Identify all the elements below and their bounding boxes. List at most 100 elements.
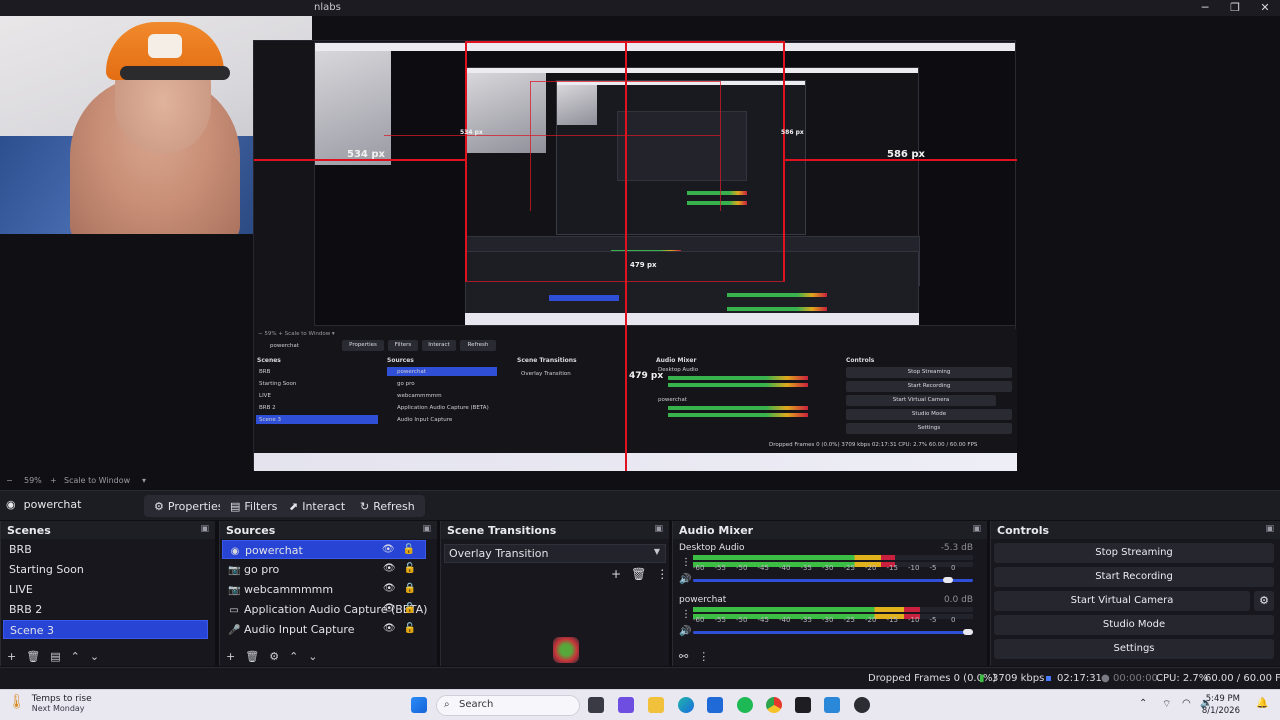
- windows-start-icon[interactable]: [411, 697, 427, 713]
- lock-icon[interactable]: 🔒: [404, 583, 416, 594]
- preview-area[interactable]: − 59% + Scale to Window ▾ powerchat Prop…: [0, 16, 1280, 488]
- db-tick: -40: [779, 616, 791, 624]
- store-icon[interactable]: [707, 697, 723, 713]
- edge-icon[interactable]: [678, 697, 694, 713]
- cpu-usage: CPU: 2.7%: [1156, 673, 1209, 684]
- start-virtual-camera-button[interactable]: Start Virtual Camera: [994, 591, 1250, 611]
- undock-icon[interactable]: ▣: [654, 524, 663, 534]
- eye-icon[interactable]: 👁: [382, 544, 395, 555]
- speaker-icon[interactable]: 🔊: [679, 574, 691, 585]
- weather-widget[interactable]: 🌡 Temps to rise Next Monday: [8, 694, 92, 713]
- filters-button[interactable]: ▤ Filters: [220, 495, 288, 517]
- task-view-icon[interactable]: [588, 697, 604, 713]
- scene-item[interactable]: BRB 2: [3, 600, 208, 619]
- eye-icon[interactable]: 👁: [383, 603, 396, 614]
- speaker-icon[interactable]: 🔊: [679, 626, 691, 637]
- dropped-frames: Dropped Frames 0 (0.0%): [868, 673, 997, 684]
- lock-icon[interactable]: 🔓: [404, 623, 416, 634]
- channel-name: Desktop Audio: [679, 543, 745, 553]
- chrome-icon[interactable]: [766, 697, 782, 713]
- db-tick: -15: [886, 616, 898, 624]
- volume-slider[interactable]: [693, 629, 973, 635]
- interact-button[interactable]: ⬈ Interact: [279, 495, 356, 517]
- taskbar-search[interactable]: ⌕ Search: [436, 695, 580, 716]
- maximize-icon[interactable]: ❐: [1220, 0, 1250, 16]
- clock[interactable]: 5:49 PM 8/1/2026: [1202, 693, 1240, 717]
- settings-button[interactable]: Settings: [994, 639, 1274, 659]
- source-item[interactable]: 📷 go pro 👁 🔓: [222, 560, 426, 579]
- add-icon[interactable]: +: [7, 650, 16, 663]
- undock-icon[interactable]: ▣: [422, 524, 431, 534]
- scene-item[interactable]: BRB: [3, 540, 208, 559]
- fader-knob: [943, 577, 954, 583]
- audio-mixer-dock: Audio Mixer ▣ Desktop Audio -5.3 dB ⋮ -60…: [672, 521, 987, 666]
- browser-icon: ◉: [6, 498, 16, 511]
- more-icon[interactable]: ⋮: [698, 650, 709, 663]
- db-tick: -50: [736, 616, 748, 624]
- paint-icon[interactable]: [824, 697, 840, 713]
- start-recording-button[interactable]: Start Recording: [994, 567, 1274, 587]
- meter-fill: [693, 607, 920, 612]
- chevron-down-icon: ▼: [653, 547, 660, 556]
- zoom-row: − 59% + Scale to Window ▾: [0, 474, 1280, 488]
- transition-select[interactable]: Overlay Transition ▼: [444, 544, 666, 563]
- eye-icon[interactable]: 👁: [383, 623, 396, 634]
- source-item[interactable]: 📷 webcammmmm 👁 🔒: [222, 580, 426, 599]
- undock-icon[interactable]: ▣: [1265, 524, 1274, 534]
- lock-icon[interactable]: 🔓: [403, 544, 415, 555]
- spotify-icon[interactable]: [737, 697, 753, 713]
- filter-icon[interactable]: ▤: [50, 650, 60, 663]
- more-icon[interactable]: ⋮: [681, 609, 691, 620]
- studio-mode-button[interactable]: Studio Mode: [994, 615, 1274, 635]
- scale-mode-select[interactable]: Scale to Window: [64, 476, 130, 485]
- file-explorer-icon[interactable]: [648, 697, 664, 713]
- refresh-button[interactable]: ↻ Refresh: [350, 495, 425, 517]
- scene-item[interactable]: Starting Soon: [3, 560, 208, 579]
- eye-icon[interactable]: 👁: [383, 583, 396, 594]
- move-down-icon[interactable]: ⌄: [308, 650, 317, 663]
- eye-icon[interactable]: 👁: [383, 563, 396, 574]
- move-up-icon[interactable]: ⌃: [289, 650, 298, 663]
- source-item[interactable]: 🎤 Audio Input Capture 👁 🔓: [222, 620, 426, 639]
- minimize-icon[interactable]: ─: [1190, 0, 1220, 16]
- scene-item-selected[interactable]: Scene 3: [3, 620, 208, 639]
- app-icon[interactable]: [795, 697, 811, 713]
- link-icon[interactable]: ⚯: [679, 650, 688, 663]
- scenes-dock: Scenes ▣ BRB Starting Soon LIVE BRB 2 Sce…: [0, 521, 215, 666]
- measure-bottom-label: 479 px: [629, 371, 664, 381]
- chevron-down-icon[interactable]: ▾: [142, 476, 146, 485]
- context-source-name: powerchat: [23, 498, 82, 511]
- trash-icon[interactable]: 🗑: [26, 650, 40, 663]
- gear-icon[interactable]: ⚙: [269, 650, 279, 663]
- close-icon[interactable]: ✕: [1250, 0, 1280, 16]
- gear-icon[interactable]: ⚙: [1254, 591, 1274, 611]
- undock-icon[interactable]: ▣: [972, 524, 981, 534]
- notification-icon[interactable]: 🔔: [1256, 698, 1268, 709]
- network-icon[interactable]: ⌔: [1162, 698, 1171, 711]
- stream-canvas[interactable]: − 59% + Scale to Window ▾ powerchat Prop…: [253, 40, 1017, 471]
- add-icon[interactable]: +: [226, 650, 235, 663]
- wifi-icon[interactable]: ◠: [1182, 698, 1191, 709]
- trash-icon[interactable]: 🗑: [631, 567, 646, 581]
- teams-icon[interactable]: [618, 697, 634, 713]
- trash-icon[interactable]: 🗑: [245, 650, 259, 663]
- lock-icon[interactable]: 🔓: [404, 563, 416, 574]
- move-down-icon[interactable]: ⌄: [90, 650, 99, 663]
- more-icon[interactable]: ⋮: [681, 557, 691, 568]
- zoom-in-button[interactable]: +: [50, 476, 57, 485]
- lock-icon[interactable]: 🔓: [404, 603, 416, 614]
- stop-streaming-button[interactable]: Stop Streaming: [994, 543, 1274, 563]
- obs-icon[interactable]: [854, 697, 870, 713]
- zoom-out-button[interactable]: −: [6, 476, 13, 485]
- source-item[interactable]: ▭ Application Audio Capture (BETA) 👁 🔓: [222, 600, 427, 619]
- more-icon[interactable]: ⋮: [656, 567, 668, 581]
- db-tick: -35: [800, 616, 812, 624]
- undock-icon[interactable]: ▣: [200, 524, 209, 534]
- add-icon[interactable]: +: [611, 567, 621, 581]
- source-item-selected[interactable]: ◉ powerchat 👁 🔓: [222, 540, 426, 559]
- volume-slider[interactable]: [693, 577, 973, 583]
- guide-vertical: [625, 41, 627, 471]
- chevron-up-icon[interactable]: ⌃: [1139, 698, 1147, 709]
- move-up-icon[interactable]: ⌃: [71, 650, 80, 663]
- scene-item[interactable]: LIVE: [3, 580, 208, 599]
